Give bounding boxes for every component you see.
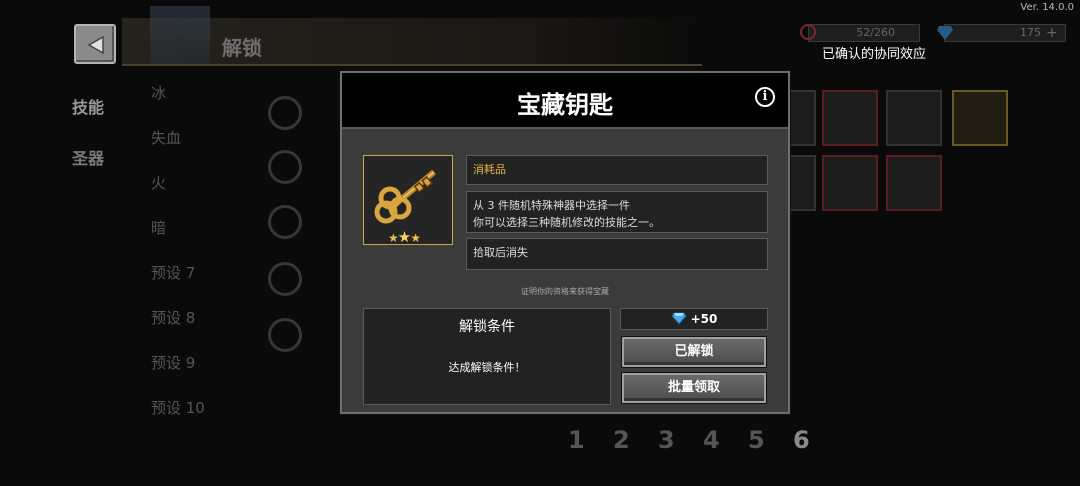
item-note: 拾取后消失 xyxy=(473,246,528,259)
item-rating: ★★★ xyxy=(388,228,421,246)
item-description-line: 你可以选择三种随机修改的技能之一。 xyxy=(473,216,660,229)
unlock-condition-box: 解锁条件 达成解锁条件！ xyxy=(363,308,611,405)
tab-skills[interactable]: 技能 xyxy=(72,94,104,118)
capacity-bar: 52/260 xyxy=(808,24,920,42)
info-icon[interactable]: i xyxy=(755,87,775,107)
page-number[interactable]: 2 xyxy=(613,426,630,454)
item-detail-modal: 宝藏钥匙 i ★★★ 消耗品 从 3 件随机特殊神器中选择一件 你可以选择三种随… xyxy=(340,71,790,414)
unlock-condition-title: 解锁条件 xyxy=(459,319,515,335)
character-portrait xyxy=(150,6,210,64)
back-button[interactable] xyxy=(74,24,116,64)
star-icon: ★ xyxy=(410,231,421,245)
synergy-label[interactable]: 已确认的协同效应 xyxy=(822,43,926,62)
header-title: 解锁 xyxy=(222,36,262,60)
item-note-box: 拾取后消失 xyxy=(466,238,768,270)
filter-icon[interactable] xyxy=(268,96,302,130)
item-slot[interactable] xyxy=(886,155,942,211)
tab-relics[interactable]: 圣器 xyxy=(72,145,104,169)
item-category-box: 消耗品 xyxy=(466,155,768,185)
modal-title: 宝藏钥匙 xyxy=(517,91,613,119)
list-item[interactable]: 暗 xyxy=(151,217,166,238)
item-description-line: 从 3 件随机特殊神器中选择一件 xyxy=(473,199,630,212)
version-label: Ver. 14.0.0 xyxy=(1020,2,1074,13)
golden-key-icon xyxy=(374,169,436,224)
unlock-condition-text: 达成解锁条件！ xyxy=(448,361,526,374)
list-item[interactable]: 预设 10 xyxy=(151,397,205,418)
item-slot[interactable] xyxy=(886,90,942,146)
list-item[interactable]: 预设 9 xyxy=(151,352,195,373)
item-category: 消耗品 xyxy=(473,163,506,176)
page-number[interactable]: 5 xyxy=(748,426,765,454)
gem-icon xyxy=(937,26,953,40)
list-item[interactable]: 冰 xyxy=(151,82,166,103)
gem-count: 175 xyxy=(1020,26,1041,39)
back-arrow-icon xyxy=(87,35,104,55)
skill-icon[interactable] xyxy=(268,150,302,184)
item-icon-frame: ★★★ xyxy=(363,155,453,246)
capacity-count: 52/260 xyxy=(856,26,895,39)
auto-icon[interactable] xyxy=(268,262,302,296)
reward-amount: +50 xyxy=(690,312,718,326)
add-gems-button[interactable]: + xyxy=(1046,26,1062,40)
page-number[interactable]: 1 xyxy=(568,426,585,454)
reset-icon[interactable] xyxy=(268,318,302,352)
reward-box: +50 xyxy=(620,308,768,330)
claim-all-button[interactable]: 批量领取 xyxy=(622,373,766,403)
page-number-active[interactable]: 6 xyxy=(793,426,810,454)
star-icon: ★ xyxy=(397,228,411,246)
list-item[interactable]: 火 xyxy=(151,172,166,193)
page-number[interactable]: 3 xyxy=(658,426,675,454)
forbidden-icon xyxy=(800,24,816,40)
unlocked-button[interactable]: 已解锁 xyxy=(622,337,766,367)
modal-header: 宝藏钥匙 i xyxy=(342,73,788,129)
page-number[interactable]: 4 xyxy=(703,426,720,454)
item-slot[interactable] xyxy=(822,90,878,146)
list-item[interactable]: 失血 xyxy=(151,127,181,148)
item-description-box: 从 3 件随机特殊神器中选择一件 你可以选择三种随机修改的技能之一。 xyxy=(466,191,768,233)
item-slot-selected[interactable] xyxy=(952,90,1008,146)
item-slot[interactable] xyxy=(822,155,878,211)
forbidden-icon[interactable] xyxy=(268,205,302,239)
list-item[interactable]: 预设 8 xyxy=(151,307,195,328)
gem-icon xyxy=(670,312,687,325)
proof-text: 证明你的资格来获得宝藏 xyxy=(521,287,609,296)
list-item[interactable]: 预设 7 xyxy=(151,262,195,283)
star-icon: ★ xyxy=(388,231,399,245)
